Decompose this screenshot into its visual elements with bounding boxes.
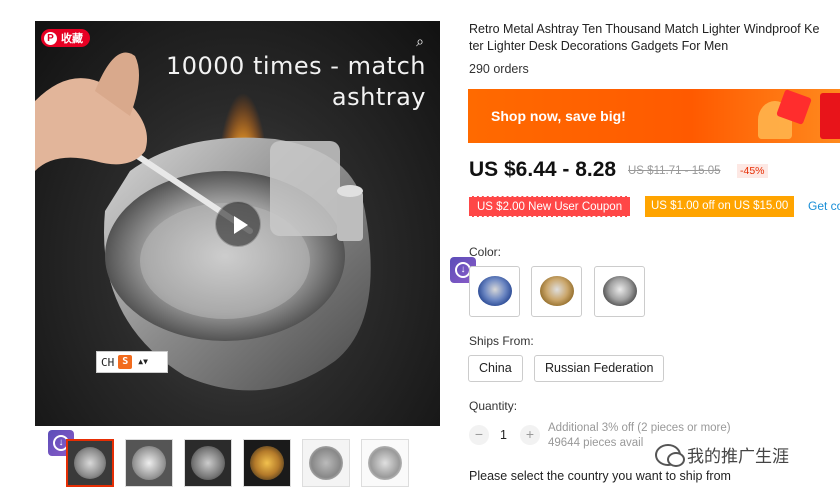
product-title-line-1: Retro Metal Ashtray Ten Thousand Match L… xyxy=(469,22,820,36)
pinterest-save-badge[interactable]: P 收藏 xyxy=(41,29,90,47)
thumbnail-strip xyxy=(66,439,409,487)
pin-label: 收藏 xyxy=(61,33,83,45)
ship-option-russia[interactable]: Russian Federation xyxy=(534,355,665,382)
color-option-silver[interactable] xyxy=(594,266,645,317)
discount-badge: -45% xyxy=(737,164,768,178)
red-envelope-icon xyxy=(820,93,840,139)
color-label: Color: xyxy=(469,245,502,259)
quantity-increase-button[interactable]: + xyxy=(520,425,540,445)
main-product-image[interactable]: P 收藏 ⌕ 10000 times - match ashtray CH S … xyxy=(35,21,440,426)
quantity-label: Quantity: xyxy=(469,399,518,413)
promo-banner[interactable]: Shop now, save big! xyxy=(468,89,840,143)
thumbnail-5[interactable] xyxy=(302,439,350,487)
watermark: 我的推广生涯 xyxy=(651,440,793,469)
bulk-discount-note: Additional 3% off (2 pieces or more) xyxy=(548,422,731,434)
ship-from-notice: Please select the country you want to sh… xyxy=(469,469,731,483)
pinterest-icon: P xyxy=(44,31,57,45)
store-coupon[interactable]: US $1.00 off on US $15.00 xyxy=(645,196,795,217)
get-coupons-link[interactable]: Get co xyxy=(808,199,840,213)
zoom-icon[interactable]: ⌕ xyxy=(410,31,430,51)
thumbnail-4[interactable] xyxy=(243,439,291,487)
color-option-blue[interactable] xyxy=(469,266,520,317)
image-overlay-text: 10000 times - match ashtray xyxy=(166,51,426,113)
thumbnail-6[interactable] xyxy=(361,439,409,487)
sogou-logo-icon[interactable]: S xyxy=(118,355,133,369)
product-title: Retro Metal Ashtray Ten Thousand Match L… xyxy=(469,21,840,55)
ship-option-china[interactable]: China xyxy=(468,355,523,382)
wechat-icon xyxy=(655,443,685,467)
ime-mode[interactable]: CH xyxy=(101,356,114,369)
ships-from-label: Ships From: xyxy=(469,334,534,348)
quantity-value[interactable]: 1 xyxy=(500,428,507,442)
color-option-gold[interactable] xyxy=(531,266,582,317)
thumbnail-3[interactable] xyxy=(184,439,232,487)
orders-count: 290 orders xyxy=(469,62,529,76)
watermark-text: 我的推广生涯 xyxy=(687,447,789,466)
overlay-line-1: 10000 times - match xyxy=(165,52,426,80)
thumbnail-2[interactable] xyxy=(125,439,173,487)
quantity-decrease-button[interactable]: − xyxy=(469,425,489,445)
original-price: US $11.71 - 15.05 xyxy=(628,165,721,177)
play-icon[interactable] xyxy=(215,201,261,247)
ime-arrows-icon[interactable]: ▲▼ xyxy=(138,358,148,366)
overlay-line-2: ashtray xyxy=(331,83,426,111)
promo-banner-text: Shop now, save big! xyxy=(491,108,626,124)
thumbnail-1[interactable] xyxy=(66,439,114,487)
product-title-line-2: ter Lighter Desk Decorations Gadgets For… xyxy=(469,39,729,53)
new-user-coupon[interactable]: US $2.00 New User Coupon xyxy=(469,196,631,217)
current-price: US $6.44 - 8.28 xyxy=(469,158,617,181)
ime-toolbar[interactable]: CH S ▲▼ xyxy=(96,351,168,373)
